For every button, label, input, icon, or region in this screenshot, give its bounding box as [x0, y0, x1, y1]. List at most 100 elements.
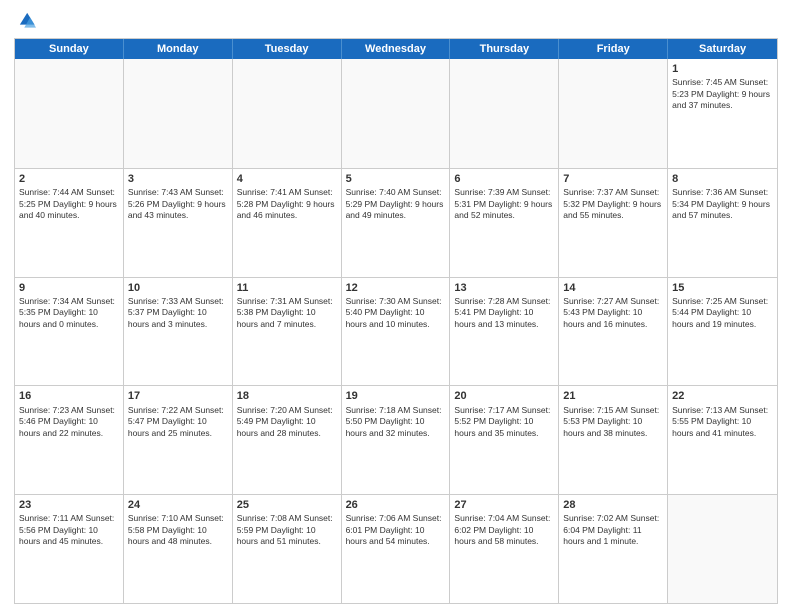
logo	[14, 10, 40, 32]
day-cell-8: 8Sunrise: 7:36 AM Sunset: 5:34 PM Daylig…	[668, 169, 777, 277]
day-cell-16: 16 Sunrise: 7:23 AM Sunset: 5:46 PM Dayli…	[15, 386, 124, 494]
day-info: Sunrise: 7:06 AM Sunset: 6:01 PM Dayligh…	[346, 513, 446, 547]
day-info: Sunrise: 7:27 AM Sunset: 5:43 PM Dayligh…	[563, 296, 663, 330]
day-info: Sunrise: 7:44 AM Sunset: 5:25 PM Dayligh…	[19, 187, 119, 221]
day-info: Sunrise: 7:18 AM Sunset: 5:50 PM Dayligh…	[346, 405, 446, 439]
day-cell-5: 5Sunrise: 7:40 AM Sunset: 5:29 PM Daylig…	[342, 169, 451, 277]
day-number: 23	[19, 498, 119, 512]
page-container: SundayMondayTuesdayWednesdayThursdayFrid…	[0, 0, 792, 612]
empty-cell	[15, 59, 124, 168]
day-cell-3: 3Sunrise: 7:43 AM Sunset: 5:26 PM Daylig…	[124, 169, 233, 277]
day-cell-21: 21Sunrise: 7:15 AM Sunset: 5:53 PM Dayli…	[559, 386, 668, 494]
day-info: Sunrise: 7:39 AM Sunset: 5:31 PM Dayligh…	[454, 187, 554, 221]
day-number: 9	[19, 281, 119, 295]
day-number: 1	[672, 62, 773, 76]
day-cell-6: 6Sunrise: 7:39 AM Sunset: 5:31 PM Daylig…	[450, 169, 559, 277]
header-day-thursday: Thursday	[450, 39, 559, 59]
day-cell-26: 26Sunrise: 7:06 AM Sunset: 6:01 PM Dayli…	[342, 495, 451, 603]
day-cell-1: 1Sunrise: 7:45 AM Sunset: 5:23 PM Daylig…	[668, 59, 777, 168]
day-cell-17: 17 Sunrise: 7:22 AM Sunset: 5:47 PM Dayli…	[124, 386, 233, 494]
header-day-wednesday: Wednesday	[342, 39, 451, 59]
day-info: Sunrise: 7:04 AM Sunset: 6:02 PM Dayligh…	[454, 513, 554, 547]
day-cell-20: 20 Sunrise: 7:17 AM Sunset: 5:52 PM Dayli…	[450, 386, 559, 494]
empty-cell	[233, 59, 342, 168]
day-info: Sunrise: 7:10 AM Sunset: 5:58 PM Dayligh…	[128, 513, 228, 547]
header	[14, 10, 778, 32]
day-info: Sunrise: 7:41 AM Sunset: 5:28 PM Dayligh…	[237, 187, 337, 221]
day-cell-10: 10Sunrise: 7:33 AM Sunset: 5:37 PM Dayli…	[124, 278, 233, 386]
logo-icon	[14, 10, 36, 32]
day-info: Sunrise: 7:22 AM Sunset: 5:47 PM Dayligh…	[128, 405, 228, 439]
day-info: Sunrise: 7:34 AM Sunset: 5:35 PM Dayligh…	[19, 296, 119, 330]
day-cell-4: 4Sunrise: 7:41 AM Sunset: 5:28 PM Daylig…	[233, 169, 342, 277]
day-number: 2	[19, 172, 119, 186]
calendar-header: SundayMondayTuesdayWednesdayThursdayFrid…	[15, 39, 777, 59]
day-number: 27	[454, 498, 554, 512]
day-info: Sunrise: 7:15 AM Sunset: 5:53 PM Dayligh…	[563, 405, 663, 439]
day-number: 28	[563, 498, 663, 512]
day-info: Sunrise: 7:02 AM Sunset: 6:04 PM Dayligh…	[563, 513, 663, 547]
day-number: 14	[563, 281, 663, 295]
day-number: 5	[346, 172, 446, 186]
day-number: 16	[19, 389, 119, 403]
day-number: 4	[237, 172, 337, 186]
day-info: Sunrise: 7:40 AM Sunset: 5:29 PM Dayligh…	[346, 187, 446, 221]
day-info: Sunrise: 7:45 AM Sunset: 5:23 PM Dayligh…	[672, 77, 773, 111]
day-info: Sunrise: 7:08 AM Sunset: 5:59 PM Dayligh…	[237, 513, 337, 547]
day-number: 6	[454, 172, 554, 186]
empty-cell	[450, 59, 559, 168]
empty-cell	[559, 59, 668, 168]
week-row-5: 23Sunrise: 7:11 AM Sunset: 5:56 PM Dayli…	[15, 494, 777, 603]
empty-cell	[668, 495, 777, 603]
day-info: Sunrise: 7:30 AM Sunset: 5:40 PM Dayligh…	[346, 296, 446, 330]
day-cell-9: 9Sunrise: 7:34 AM Sunset: 5:35 PM Daylig…	[15, 278, 124, 386]
day-cell-15: 15Sunrise: 7:25 AM Sunset: 5:44 PM Dayli…	[668, 278, 777, 386]
header-day-sunday: Sunday	[15, 39, 124, 59]
week-row-2: 2Sunrise: 7:44 AM Sunset: 5:25 PM Daylig…	[15, 168, 777, 277]
day-info: Sunrise: 7:37 AM Sunset: 5:32 PM Dayligh…	[563, 187, 663, 221]
day-cell-27: 27Sunrise: 7:04 AM Sunset: 6:02 PM Dayli…	[450, 495, 559, 603]
day-number: 20	[454, 389, 554, 403]
calendar-body: 1Sunrise: 7:45 AM Sunset: 5:23 PM Daylig…	[15, 59, 777, 603]
header-day-friday: Friday	[559, 39, 668, 59]
day-number: 25	[237, 498, 337, 512]
day-number: 3	[128, 172, 228, 186]
day-number: 15	[672, 281, 773, 295]
week-row-3: 9Sunrise: 7:34 AM Sunset: 5:35 PM Daylig…	[15, 277, 777, 386]
day-number: 12	[346, 281, 446, 295]
day-info: Sunrise: 7:25 AM Sunset: 5:44 PM Dayligh…	[672, 296, 773, 330]
day-number: 22	[672, 389, 773, 403]
day-info: Sunrise: 7:33 AM Sunset: 5:37 PM Dayligh…	[128, 296, 228, 330]
day-cell-18: 18 Sunrise: 7:20 AM Sunset: 5:49 PM Dayli…	[233, 386, 342, 494]
day-number: 13	[454, 281, 554, 295]
day-cell-28: 28Sunrise: 7:02 AM Sunset: 6:04 PM Dayli…	[559, 495, 668, 603]
day-info: Sunrise: 7:23 AM Sunset: 5:46 PM Dayligh…	[19, 405, 119, 439]
empty-cell	[124, 59, 233, 168]
day-number: 10	[128, 281, 228, 295]
day-cell-12: 12Sunrise: 7:30 AM Sunset: 5:40 PM Dayli…	[342, 278, 451, 386]
day-number: 18	[237, 389, 337, 403]
week-row-4: 16 Sunrise: 7:23 AM Sunset: 5:46 PM Dayli…	[15, 385, 777, 494]
day-cell-19: 19 Sunrise: 7:18 AM Sunset: 5:50 PM Dayli…	[342, 386, 451, 494]
day-info: Sunrise: 7:43 AM Sunset: 5:26 PM Dayligh…	[128, 187, 228, 221]
day-info: Sunrise: 7:17 AM Sunset: 5:52 PM Dayligh…	[454, 405, 554, 439]
day-info: Sunrise: 7:13 AM Sunset: 5:55 PM Dayligh…	[672, 405, 773, 439]
day-number: 7	[563, 172, 663, 186]
empty-cell	[342, 59, 451, 168]
day-number: 17	[128, 389, 228, 403]
day-info: Sunrise: 7:28 AM Sunset: 5:41 PM Dayligh…	[454, 296, 554, 330]
day-cell-25: 25Sunrise: 7:08 AM Sunset: 5:59 PM Dayli…	[233, 495, 342, 603]
header-day-tuesday: Tuesday	[233, 39, 342, 59]
day-cell-22: 22 Sunrise: 7:13 AM Sunset: 5:55 PM Dayli…	[668, 386, 777, 494]
day-info: Sunrise: 7:36 AM Sunset: 5:34 PM Dayligh…	[672, 187, 773, 221]
header-day-monday: Monday	[124, 39, 233, 59]
day-cell-24: 24Sunrise: 7:10 AM Sunset: 5:58 PM Dayli…	[124, 495, 233, 603]
day-cell-13: 13Sunrise: 7:28 AM Sunset: 5:41 PM Dayli…	[450, 278, 559, 386]
day-info: Sunrise: 7:20 AM Sunset: 5:49 PM Dayligh…	[237, 405, 337, 439]
day-number: 11	[237, 281, 337, 295]
day-number: 19	[346, 389, 446, 403]
day-cell-23: 23Sunrise: 7:11 AM Sunset: 5:56 PM Dayli…	[15, 495, 124, 603]
day-info: Sunrise: 7:31 AM Sunset: 5:38 PM Dayligh…	[237, 296, 337, 330]
day-cell-7: 7Sunrise: 7:37 AM Sunset: 5:32 PM Daylig…	[559, 169, 668, 277]
day-cell-14: 14Sunrise: 7:27 AM Sunset: 5:43 PM Dayli…	[559, 278, 668, 386]
